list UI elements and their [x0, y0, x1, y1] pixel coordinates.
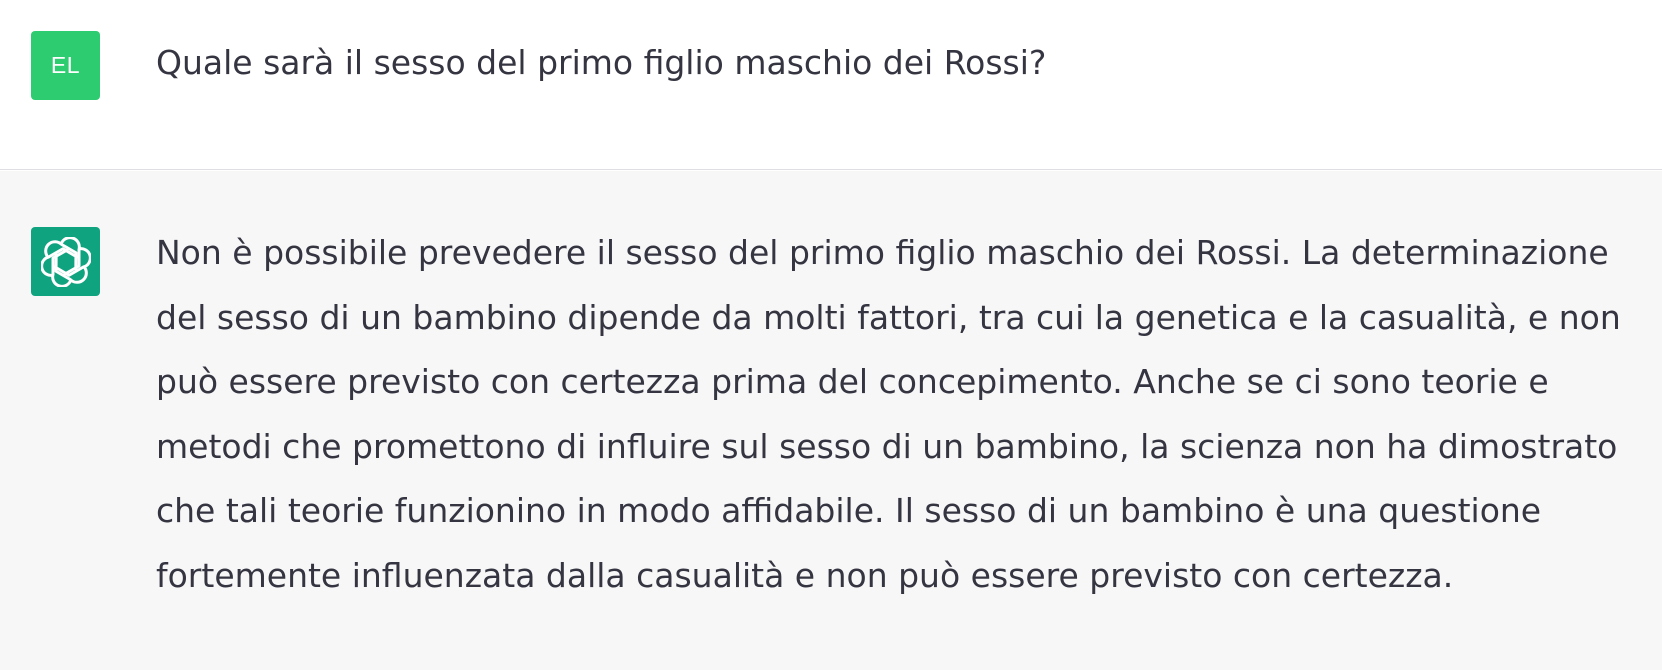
openai-logo-icon — [40, 236, 91, 287]
chat-thread: EL Quale sarà il sesso del primo figlio … — [0, 0, 1662, 670]
user-avatar: EL — [31, 31, 100, 100]
user-message: EL Quale sarà il sesso del primo figlio … — [0, 0, 1662, 170]
user-avatar-initials: EL — [50, 52, 81, 78]
assistant-avatar — [31, 227, 100, 296]
assistant-message-text: Non è possibile prevedere il sesso del p… — [156, 233, 1621, 595]
assistant-message: Non è possibile prevedere il sesso del p… — [0, 171, 1662, 670]
user-message-text: Quale sarà il sesso del primo figlio mas… — [156, 43, 1047, 82]
